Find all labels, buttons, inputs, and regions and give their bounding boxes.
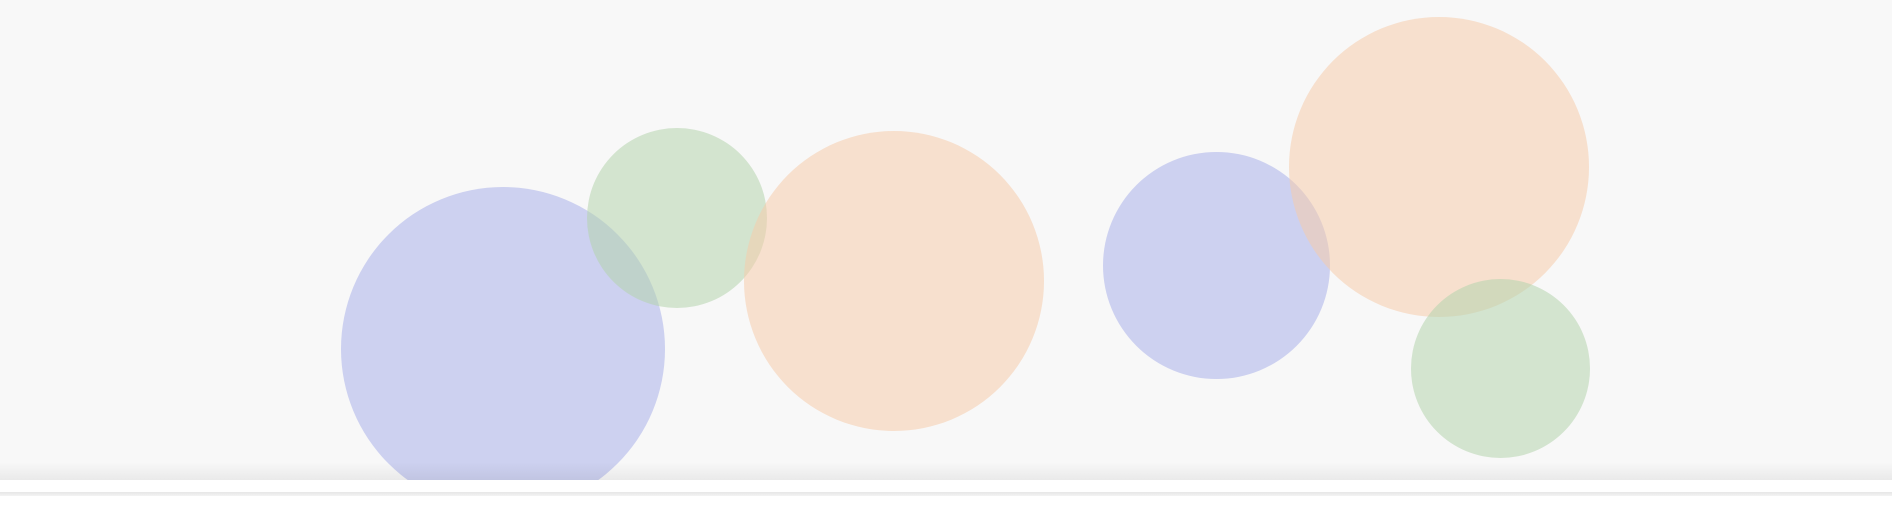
green-bubble-right [1411,279,1590,458]
bottom-strip [0,496,1892,510]
decorative-bubble-banner [0,0,1892,480]
green-bubble-left [587,128,767,308]
peach-bubble-center [744,131,1044,431]
white-strip [0,480,1892,492]
peach-bubble-right [1289,17,1589,317]
banner-bottom-shadow [0,462,1892,480]
